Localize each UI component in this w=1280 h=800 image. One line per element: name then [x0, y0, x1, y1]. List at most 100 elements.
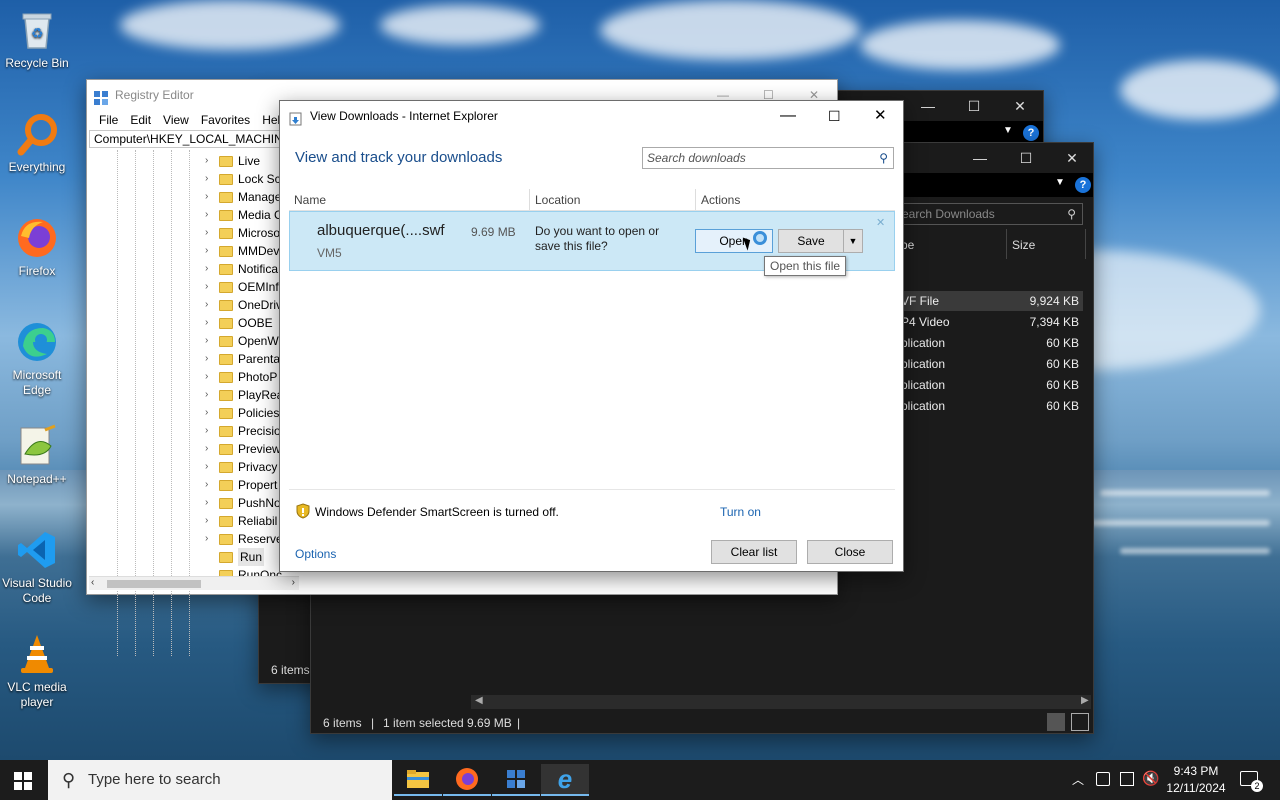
- minimize-icon[interactable]: —: [780, 101, 796, 131]
- windows-start-icon[interactable]: [14, 772, 32, 790]
- desktop-icon-firefox[interactable]: Firefox: [2, 216, 72, 279]
- chevron-right-icon[interactable]: ›: [205, 206, 219, 224]
- minimize-icon[interactable]: —: [957, 143, 1003, 173]
- tree-item[interactable]: › OpenW: [205, 332, 279, 350]
- desktop-icon-everything[interactable]: Everything: [2, 112, 72, 175]
- tree-item[interactable]: › PushNo: [205, 494, 281, 512]
- clock-time[interactable]: 9:43 PM: [1166, 764, 1226, 778]
- chevron-right-icon[interactable]: ›: [205, 332, 219, 350]
- menu-file[interactable]: File: [93, 110, 124, 130]
- clear-list-button[interactable]: Clear list: [711, 540, 797, 564]
- scroll-right-icon[interactable]: ›: [292, 577, 295, 588]
- tree-item[interactable]: › Microso: [205, 224, 280, 242]
- tree-item[interactable]: › OOBE: [205, 314, 273, 332]
- large-icons-view-icon[interactable]: [1071, 713, 1089, 731]
- tree-item[interactable]: › Privacy: [205, 458, 277, 476]
- chevron-right-icon[interactable]: ›: [205, 350, 219, 368]
- chevron-right-icon[interactable]: ›: [205, 440, 219, 458]
- tree-item[interactable]: › Manage: [205, 188, 281, 206]
- tree-item[interactable]: › Reserve: [205, 530, 283, 548]
- chevron-right-icon[interactable]: ›: [205, 296, 219, 314]
- save-button[interactable]: Save: [778, 229, 844, 253]
- scrollbar-thumb[interactable]: [107, 580, 201, 588]
- tray-app-icon[interactable]: [1096, 772, 1110, 786]
- chevron-right-icon[interactable]: ›: [205, 458, 219, 476]
- close-button[interactable]: Close: [807, 540, 893, 564]
- horizontal-scrollbar[interactable]: [471, 695, 1091, 709]
- desktop-icon-vscode[interactable]: Visual Studio Code: [2, 528, 72, 606]
- column-header-actions[interactable]: Actions: [701, 189, 740, 211]
- chevron-right-icon[interactable]: ›: [205, 368, 219, 386]
- chevron-right-icon[interactable]: ›: [205, 188, 219, 206]
- minimize-icon[interactable]: —: [905, 91, 951, 121]
- tree-item[interactable]: › Media C: [205, 206, 283, 224]
- menu-favorites[interactable]: Favorites: [195, 110, 256, 130]
- maximize-icon[interactable]: ☐: [828, 101, 841, 131]
- tree-item[interactable]: › Preview: [205, 440, 281, 458]
- desktop-icon-recycle-bin[interactable]: ♻ Recycle Bin: [2, 8, 72, 71]
- taskbar-internet-explorer[interactable]: e: [541, 764, 589, 796]
- help-icon[interactable]: ?: [1075, 177, 1091, 193]
- scroll-left-icon[interactable]: ‹: [91, 577, 94, 588]
- chevron-right-icon[interactable]: ›: [205, 152, 219, 170]
- taskbar-firefox[interactable]: [443, 764, 491, 796]
- maximize-icon[interactable]: ☐: [951, 91, 997, 121]
- volume-muted-icon[interactable]: 🔇: [1142, 770, 1159, 787]
- tree-item[interactable]: › OEMInf: [205, 278, 279, 296]
- chevron-down-icon[interactable]: ▼: [1003, 125, 1013, 136]
- chevron-right-icon[interactable]: ›: [205, 476, 219, 494]
- options-link[interactable]: Options: [295, 547, 336, 561]
- tree-item[interactable]: › Reliabil: [205, 512, 277, 530]
- chevron-right-icon[interactable]: ›: [205, 314, 219, 332]
- maximize-icon[interactable]: ☐: [1003, 143, 1049, 173]
- chevron-right-icon[interactable]: ›: [205, 404, 219, 422]
- save-options-dropdown[interactable]: ▼: [843, 229, 863, 253]
- chevron-right-icon[interactable]: ›: [205, 260, 219, 278]
- chevron-right-icon[interactable]: ›: [205, 224, 219, 242]
- menu-edit[interactable]: Edit: [124, 110, 157, 130]
- search-icon[interactable]: ⚲: [879, 148, 888, 168]
- taskbar-search-input[interactable]: ⚲ Type here to search: [48, 760, 392, 800]
- tree-item[interactable]: › Propert: [205, 476, 277, 494]
- chevron-up-icon[interactable]: ︿: [1072, 771, 1084, 788]
- details-view-icon[interactable]: [1047, 713, 1065, 731]
- tree-item[interactable]: › Lock Sc: [205, 170, 281, 188]
- column-header-name[interactable]: Name: [294, 189, 326, 211]
- clock-date[interactable]: 12/11/2024: [1162, 781, 1230, 795]
- tree-item[interactable]: › Parenta: [205, 350, 280, 368]
- desktop-icon-vlc[interactable]: VLC media player: [2, 632, 72, 710]
- search-downloads-input[interactable]: Search Downloads ⚲: [889, 203, 1083, 225]
- close-icon[interactable]: ✕: [997, 91, 1043, 121]
- search-downloads-input[interactable]: Search downloads ⚲: [642, 147, 894, 169]
- dismiss-item-icon[interactable]: ✕: [876, 216, 885, 229]
- help-icon[interactable]: ?: [1023, 125, 1039, 141]
- network-icon[interactable]: [1120, 772, 1134, 786]
- tree-item[interactable]: › Live: [205, 152, 260, 170]
- taskbar-file-explorer[interactable]: [394, 764, 442, 796]
- chevron-right-icon[interactable]: ›: [205, 530, 219, 548]
- view-downloads-window[interactable]: View Downloads - Internet Explorer — ☐ ✕…: [279, 100, 904, 572]
- chevron-right-icon[interactable]: ›: [205, 170, 219, 188]
- close-icon[interactable]: ✕: [1049, 143, 1095, 173]
- scroll-left-icon[interactable]: ◀: [475, 695, 483, 706]
- menu-view[interactable]: View: [157, 110, 195, 130]
- tree-item[interactable]: › PhotoP: [205, 368, 277, 386]
- scroll-right-icon[interactable]: ▶: [1081, 695, 1089, 706]
- tree-item[interactable]: › MMDev: [205, 242, 279, 260]
- chevron-down-icon[interactable]: ▼: [1055, 177, 1065, 188]
- chevron-right-icon[interactable]: ›: [205, 242, 219, 260]
- tree-item[interactable]: › Notifica: [205, 260, 278, 278]
- chevron-right-icon[interactable]: ›: [205, 422, 219, 440]
- close-icon[interactable]: ✕: [874, 101, 887, 131]
- tree-item[interactable]: › Policies: [205, 404, 279, 422]
- chevron-right-icon[interactable]: ›: [205, 386, 219, 404]
- taskbar-registry-editor[interactable]: [492, 764, 540, 796]
- column-header-location[interactable]: Location: [535, 189, 580, 211]
- chevron-right-icon[interactable]: ›: [205, 512, 219, 530]
- column-header-size[interactable]: Size: [1012, 238, 1035, 252]
- chevron-right-icon[interactable]: ›: [205, 278, 219, 296]
- tree-item-selected[interactable]: Run: [205, 548, 265, 566]
- horizontal-scrollbar[interactable]: ‹ ›: [89, 576, 299, 590]
- turn-on-link[interactable]: Turn on: [720, 505, 761, 519]
- desktop-icon-edge[interactable]: Microsoft Edge: [2, 320, 72, 398]
